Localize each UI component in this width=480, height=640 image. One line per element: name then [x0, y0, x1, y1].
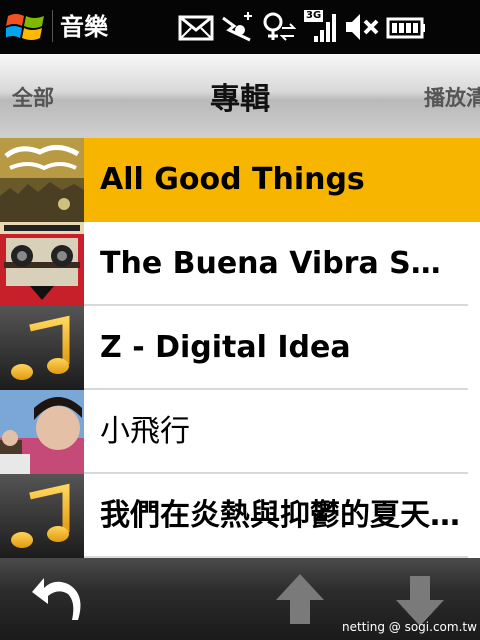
- category-playlists-tab[interactable]: 播放清: [424, 82, 480, 112]
- network-type-label: 3G: [304, 10, 324, 22]
- app-title: 音樂: [60, 13, 108, 41]
- album-list: All Good Things The Buena Vibra Sound Sy…: [0, 138, 480, 558]
- album-art-photo: [0, 390, 84, 474]
- data-sync-icon[interactable]: [262, 10, 296, 44]
- status-bar: 音樂 3G: [0, 0, 480, 54]
- connectivity-icon[interactable]: [220, 10, 256, 44]
- category-albums-title: 專輯: [210, 82, 270, 117]
- up-arrow-icon[interactable]: [274, 570, 326, 626]
- album-title: All Good Things: [100, 162, 365, 197]
- album-row[interactable]: Z - Digital Idea: [0, 306, 480, 390]
- battery-icon[interactable]: [386, 10, 426, 44]
- volume-muted-icon[interactable]: [344, 10, 380, 44]
- music-note-icon: [0, 474, 84, 558]
- signal-strength-icon: 3G: [304, 10, 338, 44]
- watermark-text: netting @ sogi.com.tw: [342, 620, 477, 634]
- album-art-sidestepper: [0, 222, 84, 306]
- message-icon[interactable]: [178, 10, 214, 44]
- album-art-pacha-massive: [0, 138, 84, 222]
- album-title: The Buena Vibra Sound System: [100, 246, 460, 281]
- album-row[interactable]: 小飛行: [0, 390, 480, 474]
- windows-start-icon[interactable]: [6, 10, 46, 44]
- status-separator: [52, 10, 53, 42]
- album-row[interactable]: 我們在炎熱與抑鬱的夏天吻別: [0, 474, 480, 558]
- music-note-icon: [0, 306, 84, 390]
- album-title: Z - Digital Idea: [100, 330, 351, 365]
- album-title: 小飛行: [100, 414, 190, 449]
- bottom-toolbar: netting @ sogi.com.tw: [0, 558, 480, 640]
- back-arrow-icon[interactable]: [28, 570, 90, 626]
- category-bar: 全部 專輯 播放清: [0, 54, 480, 138]
- album-row[interactable]: All Good Things: [0, 138, 480, 222]
- album-title: 我們在炎熱與抑鬱的夏天吻別: [100, 498, 460, 533]
- album-row[interactable]: The Buena Vibra Sound System: [0, 222, 480, 306]
